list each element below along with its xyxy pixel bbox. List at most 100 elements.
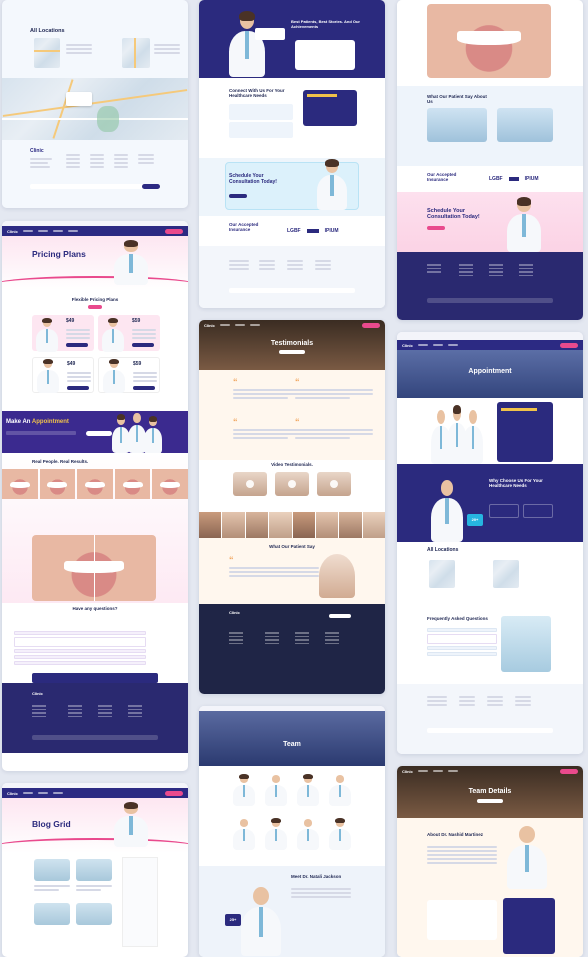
patient-say-title: What Our Patient Say About Us [427, 94, 487, 105]
faq-image [501, 616, 551, 672]
video-thumb[interactable] [317, 472, 351, 496]
navbar: Clinic [397, 340, 583, 350]
faq-item[interactable] [14, 655, 146, 659]
blog-card-image[interactable] [76, 903, 112, 925]
faq-item[interactable] [427, 628, 497, 632]
cta-strip [32, 673, 158, 683]
faq-item[interactable] [14, 637, 146, 647]
appointment-banner: Make An Appointment [2, 411, 188, 453]
footer: Clinic [199, 604, 385, 694]
pink-wave [2, 276, 188, 291]
locations-title: All Locations [427, 547, 459, 553]
patient-photo [362, 512, 385, 538]
plan-price: $49 [67, 361, 76, 367]
plan-price: $59 [132, 318, 141, 324]
faq-item[interactable] [427, 634, 497, 644]
why-choose-title: Why Choose Us For Your Healthcare Needs [489, 478, 543, 489]
pricing-card[interactable]: $49 [32, 357, 94, 393]
patient-photo [319, 554, 355, 598]
home-page-card-2[interactable]: What Our Patient Say About Us Our Accept… [397, 0, 583, 320]
result-photo [39, 469, 76, 499]
team-details-hero-title: Team Details [468, 788, 512, 795]
before-after-slider[interactable] [32, 535, 156, 601]
faq-title: Have any questions? [72, 606, 118, 611]
result-photo [114, 469, 151, 499]
faq-item[interactable] [427, 652, 497, 656]
footer-logo[interactable]: Clinic [32, 691, 43, 696]
plan-price: $49 [66, 318, 75, 324]
insurance-logo: IPIUM [524, 176, 539, 182]
faq-item[interactable] [14, 649, 146, 653]
footer-logo[interactable]: Clinic [30, 148, 44, 154]
patient-card[interactable] [497, 108, 553, 142]
pricing-toggle[interactable] [88, 305, 102, 309]
patient-photo [199, 512, 222, 538]
doctor-name: About Dr. Nashid Martinez [427, 832, 484, 837]
testimonials-hero-title: Testimonials [270, 340, 314, 347]
pricing-hero-title: Pricing Plans [32, 249, 86, 259]
appointment-submit-button[interactable] [86, 431, 112, 436]
blog-card-image[interactable] [34, 859, 70, 881]
video-thumb[interactable] [233, 472, 267, 496]
appointment-form-card[interactable] [497, 402, 553, 462]
result-photo [2, 469, 38, 499]
location-map-thumb [493, 560, 519, 588]
pricing-card[interactable]: $59 [98, 315, 160, 352]
appointment-page-card[interactable]: Clinic Appointment Why Choose Us For You… [397, 332, 583, 754]
team-page-card[interactable]: Team 25+ Meet Dr. Natali Jackson [199, 706, 385, 957]
appointment-nav-button[interactable] [165, 228, 183, 234]
blog-page-card[interactable]: Clinic Blog Grid [2, 783, 188, 957]
consult-card [303, 90, 357, 126]
testimonials-page-card[interactable]: Clinic Testimonials “ “ “ “ Video Testim… [199, 320, 385, 694]
pricing-section-title: Flexible Pricing Plans [71, 297, 119, 302]
blog-card-image[interactable] [76, 859, 112, 881]
blog-sidebar [122, 857, 158, 947]
experience-badge: 25+ [225, 914, 241, 926]
navbar: Clinic [2, 788, 188, 798]
faq-item[interactable] [14, 661, 146, 665]
footer: Clinic [2, 683, 188, 753]
insurance-logo-mark [306, 229, 319, 233]
faq-item[interactable] [427, 646, 497, 650]
blog-card-image[interactable] [34, 903, 70, 925]
featured-doctor-name: Meet Dr. Natali Jackson [291, 874, 342, 879]
team-hero-title: Team [283, 741, 301, 748]
insurance-logo-mark [508, 177, 519, 181]
appointment-hero-title: Appointment [468, 368, 512, 375]
connect-title: Connect With Us For Your Healthcare Need… [229, 88, 285, 99]
hero-doctor-image [114, 240, 148, 286]
location-map-thumb [34, 38, 60, 68]
result-photo [152, 469, 188, 499]
book-appointment-card[interactable] [503, 898, 555, 954]
insurance-title: Our Accepted Insurance [427, 172, 457, 183]
home-page-card[interactable]: Best Patients, Best Stories. And Our Ach… [199, 0, 385, 308]
pricing-card[interactable]: $59 [98, 357, 160, 393]
footer [397, 252, 583, 320]
team-details-page-card[interactable]: Clinic Team Details About Dr. Nashid Mar… [397, 766, 583, 957]
patient-card[interactable] [427, 108, 487, 142]
footer-logo[interactable]: Clinic [229, 610, 240, 615]
patient-photo [245, 512, 269, 538]
location-map-thumb [429, 560, 455, 588]
pricing-page-card[interactable]: Clinic Pricing Plans Flexible Pricing Pl… [2, 221, 188, 771]
blog-hero-title: Blog Grid [32, 819, 71, 829]
faq-item[interactable] [14, 631, 146, 635]
patient-photo [222, 512, 245, 538]
patient-photo [315, 512, 339, 538]
insurance-logo: IPIUM [324, 228, 339, 234]
patient-say-title: What Our Patient Say [269, 544, 315, 549]
result-photo [77, 469, 113, 499]
insurance-logo: LGBF [287, 228, 301, 234]
locations-title: All Locations [30, 28, 65, 34]
schedule-title: Schedule Your Consultation Today! [229, 173, 277, 185]
video-thumb[interactable] [275, 472, 309, 496]
faq-title: Frequently Asked Questions [427, 616, 488, 621]
locations-page-card[interactable]: All Locations Clinic [2, 0, 188, 208]
big-map[interactable] [2, 78, 188, 140]
pricing-card[interactable]: $49 [32, 315, 94, 352]
plan-price: $59 [133, 361, 142, 367]
experience-badge: 20+ [467, 514, 483, 526]
patient-photo [292, 512, 315, 538]
patient-photo [339, 512, 362, 538]
achievements-title: Best Patients, Best Stories. And Our Ach… [291, 19, 360, 29]
